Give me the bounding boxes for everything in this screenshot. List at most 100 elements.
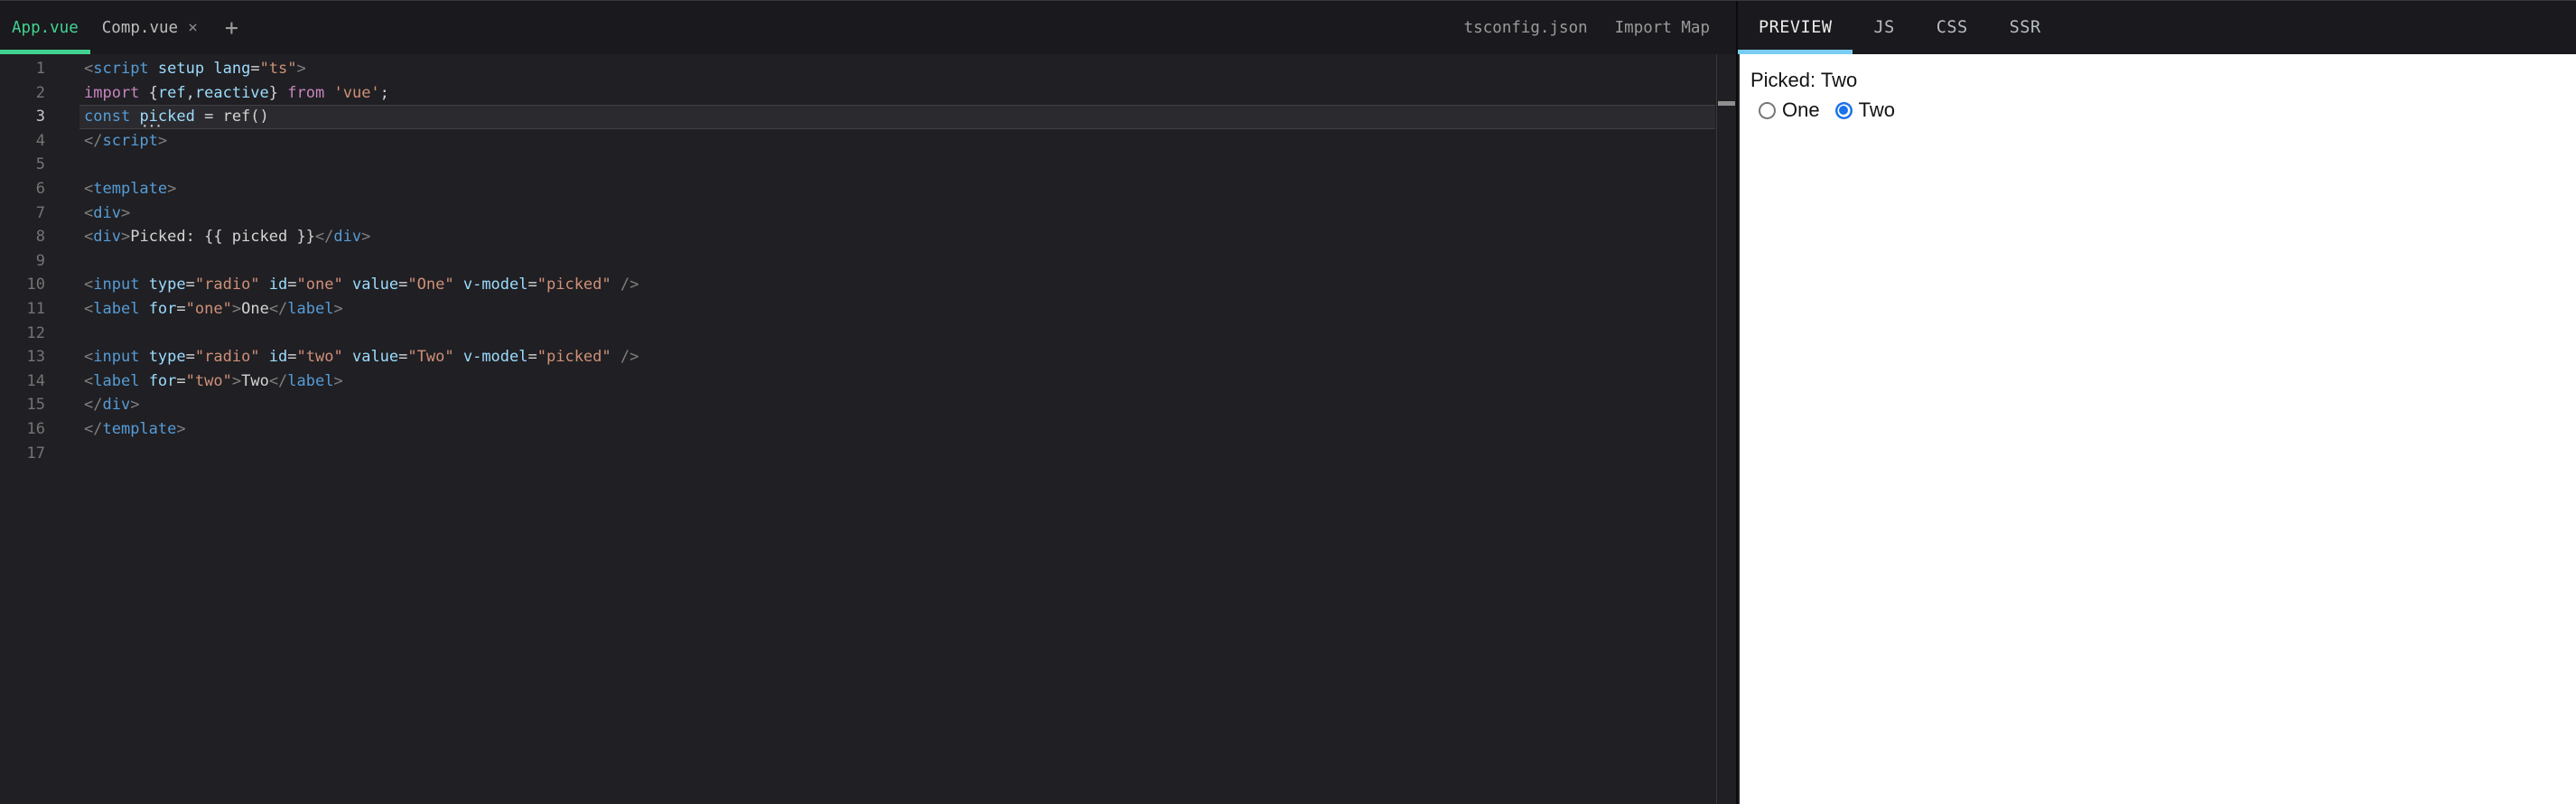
scrollbar-cursor-marker[interactable] [1718,101,1735,106]
code-token: "two" [296,348,343,367]
code-token: > [231,299,242,318]
preview-panel: Picked: Two One Two [1740,54,2576,804]
radio-one-unchecked[interactable] [1759,101,1776,119]
code-token: 'vue' [333,83,380,102]
code-line-2[interactable]: 2 import {ref,reactive} from 'vue'; [0,81,1736,106]
code-lines: 1 <script setup lang="ts"> 2 import {ref,re… [0,57,1736,465]
code-line-6[interactable]: 6 <template> [0,177,1736,201]
code-token: id [268,348,288,367]
file-tab-comp-vue[interactable]: Comp.vue × [90,1,210,54]
code-token: = [250,60,260,78]
code-token: /> [620,348,639,367]
file-tab-label: Comp.vue [101,18,179,37]
code-line-8[interactable]: 8 <div>Picked: {{ picked }}</div> [0,225,1736,249]
code-text: </script> [45,129,167,154]
close-icon[interactable]: × [188,19,198,36]
radio-two-checked[interactable] [1834,101,1853,119]
code-token: import [84,83,140,102]
code-token: < [84,228,94,247]
code-token: Picked: {{ picked }} [130,228,315,247]
code-token: value [351,348,399,367]
line-number: 8 [35,228,45,247]
code-token: > [361,228,371,247]
code-token: </ [268,371,288,390]
code-editor[interactable]: 1 <script setup lang="ts"> 2 import {ref,re… [0,54,1738,804]
code-token: "One" [407,276,454,294]
code-token: from [287,83,325,102]
line-number: 15 [26,396,45,415]
code-line-3[interactable]: 3const picked = ref() [0,105,1736,138]
code-token: > [333,299,343,318]
code-token: type [148,276,186,294]
code-token: , [185,83,195,102]
code-token: > [296,60,306,78]
code-token: type [148,348,186,367]
code-text: <script setup lang="ts"> [45,57,306,81]
code-token: id [268,276,288,294]
code-line-15[interactable]: 15 </div> [0,393,1736,417]
code-text: <div>Picked: {{ picked }}</div> [45,225,370,249]
code-line-12[interactable]: 12 [0,322,1736,346]
code-token: < [84,276,94,294]
code-token: lang [213,60,251,78]
code-line-14[interactable]: 14 <label for="two">Two</label> [0,369,1736,394]
code-token: </ [84,396,103,415]
code-line-13[interactable]: 13 <input type="radio" id="two" value="Tw… [0,345,1736,369]
code-text: <input type="radio" id="one" value="One"… [45,273,639,297]
code-token: } [268,83,279,102]
code-token: > [157,131,168,150]
code-token: input [93,348,140,367]
file-tab-bar: App.vue Comp.vue × + tsconfig.json Impor… [0,1,1738,54]
output-tab-ssr[interactable]: SSR [1989,1,2062,54]
code-token: setup [157,60,205,78]
tsconfig-button[interactable]: tsconfig.json [1451,1,1601,54]
output-tab-js[interactable]: JS [1853,1,1915,54]
code-line-4[interactable]: 4 </script> [0,129,1736,154]
code-line-16[interactable]: 16 </template> [0,417,1736,442]
code-token: label [287,371,334,390]
line-number: 3 [35,108,45,126]
code-line-10[interactable]: 10 <input type="radio" id="one" value="On… [0,273,1736,297]
code-token: "one" [296,276,343,294]
output-tab-preview[interactable]: PREVIEW [1738,1,1853,54]
code-text: </div> [45,393,139,417]
code-text: <div> [45,201,130,226]
add-file-button[interactable]: + [210,1,254,54]
code-token: </ [84,131,103,150]
code-line-17[interactable]: 17 [0,442,1736,466]
code-line-5[interactable]: 5 [0,153,1736,177]
code-token: = [287,276,297,294]
code-token: < [84,179,94,198]
output-tab-css[interactable]: CSS [1916,1,1989,54]
code-token: One [241,299,269,318]
tab-bar-spacer [254,1,1451,54]
file-tab-app-vue[interactable]: App.vue [0,1,90,54]
code-token: ref [222,108,251,126]
import-map-button[interactable]: Import Map [1601,1,1723,54]
radio-one-label[interactable]: One [1782,98,1820,122]
code-token: = [194,108,223,126]
radio-two-label[interactable]: Two [1859,98,1895,122]
code-token: label [93,299,140,318]
line-number: 14 [26,371,45,390]
code-line-1[interactable]: 1 <script setup lang="ts"> [0,57,1736,81]
code-token: </ [268,299,288,318]
code-token: > [130,396,140,415]
code-line-11[interactable]: 11 <label for="one">One</label> [0,297,1736,322]
code-token: v-model [462,348,528,367]
code-line-7[interactable]: 7 <div> [0,201,1736,226]
code-line-9[interactable]: 9 [0,249,1736,274]
code-token: > [333,371,343,390]
